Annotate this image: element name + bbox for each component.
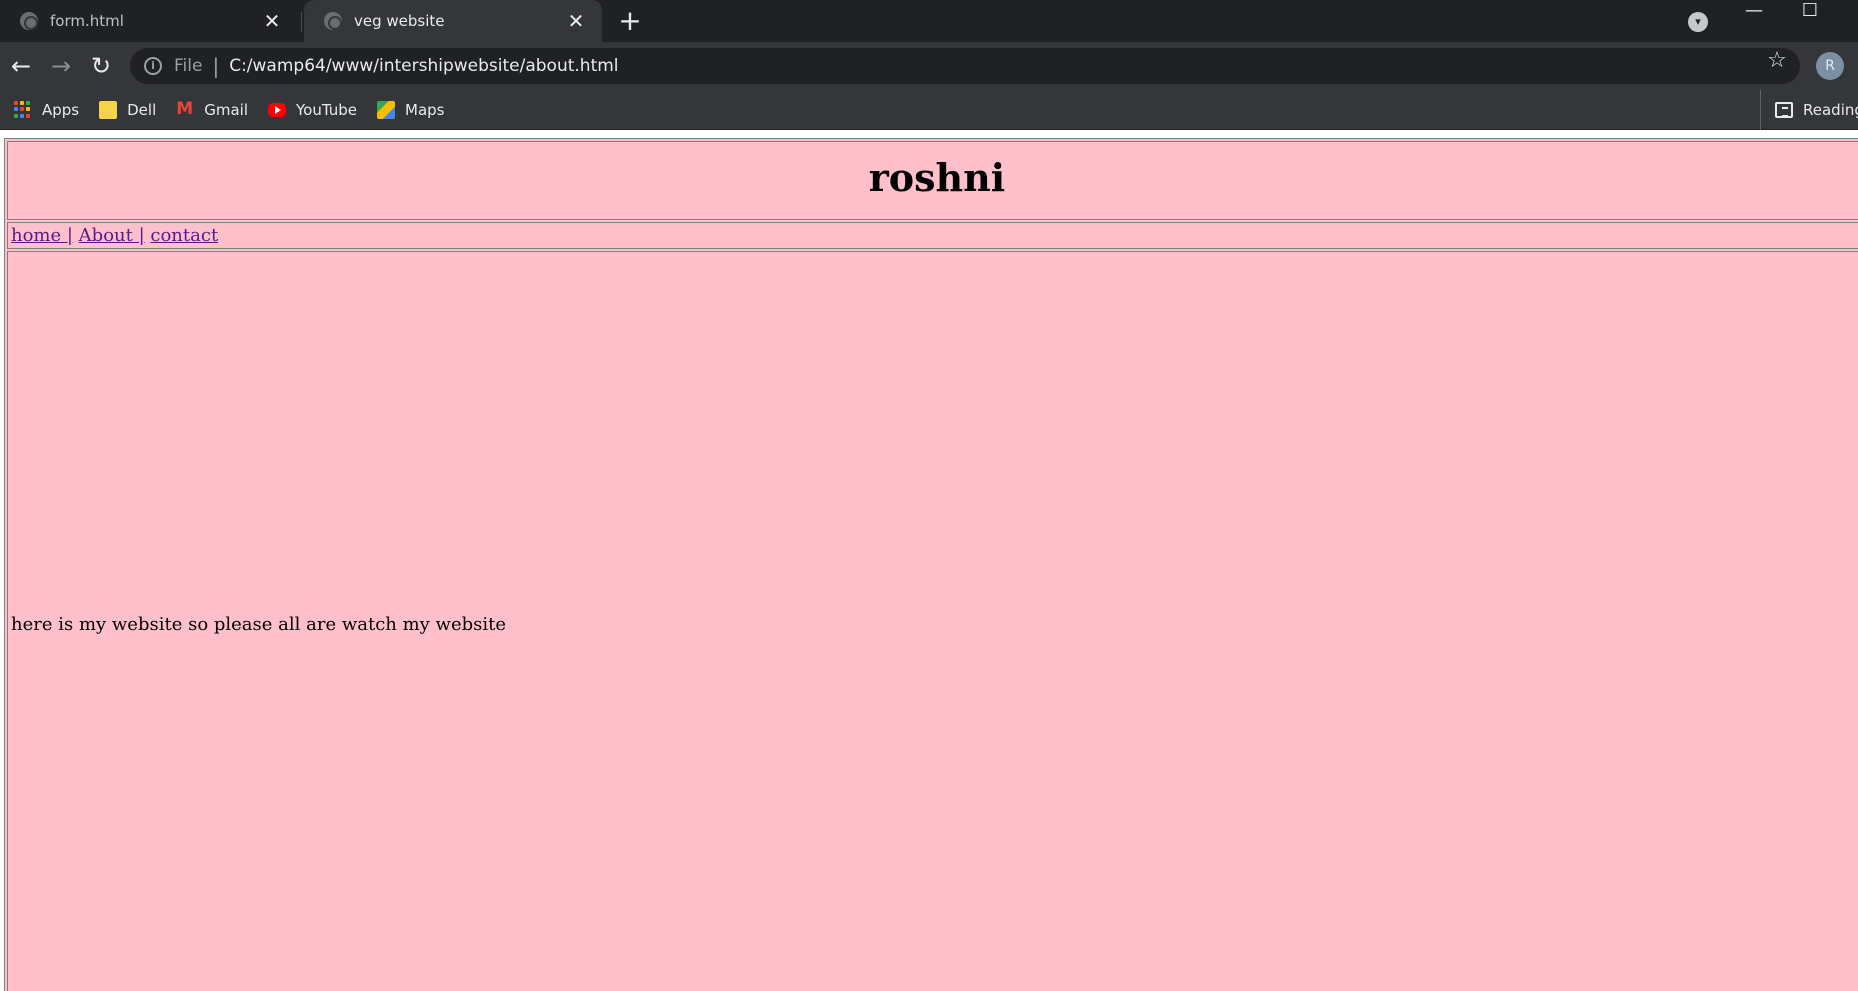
youtube-icon [268, 102, 287, 117]
bookmarks-bar: Apps Dell Gmail YouTube Maps Reading [0, 90, 1858, 130]
bookmark-label: Apps [42, 100, 80, 119]
bookmark-apps[interactable]: Apps [14, 100, 80, 119]
bookmark-label: Dell [127, 100, 157, 119]
nav-cell: home | About | contact [7, 222, 1858, 249]
reading-list-icon [1775, 102, 1793, 118]
reading-list-label: Reading [1803, 101, 1858, 119]
reload-icon[interactable]: ↻ [85, 50, 117, 82]
browser-toolbar: ← → ↻ i File | C:/wamp64/www/intershipwe… [0, 42, 1858, 90]
reading-list-button[interactable]: Reading [1760, 90, 1858, 130]
body-text: here is my website so please all are wat… [11, 614, 507, 635]
bookmark-label: Gmail [204, 100, 249, 119]
globe-icon [324, 12, 342, 30]
url-text[interactable]: C:/wamp64/www/intershipwebsite/about.htm… [229, 56, 618, 76]
new-tab-button[interactable]: + [614, 6, 646, 38]
tab-form[interactable]: form.html ✕ [0, 0, 298, 42]
tab-title: form.html [50, 12, 124, 30]
close-tab-icon[interactable]: ✕ [562, 7, 590, 35]
tab-title: veg website [354, 12, 445, 30]
bookmark-star-icon[interactable]: ☆ [1766, 50, 1788, 72]
minimize-icon[interactable]: — [1740, 0, 1768, 21]
maximize-icon[interactable]: ☐ [1796, 0, 1824, 21]
back-arrow-icon[interactable]: ← [5, 50, 37, 82]
page-viewport: roshni home | About | contact here is my… [0, 130, 1858, 991]
bookmark-gmail[interactable]: Gmail [176, 99, 249, 119]
nav-link-contact[interactable]: contact [150, 225, 218, 246]
folder-icon [99, 100, 118, 119]
page-title: roshni [868, 155, 1006, 200]
bookmark-dell[interactable]: Dell [99, 100, 157, 119]
globe-icon [20, 12, 38, 30]
nav-link-about[interactable]: About | [79, 225, 145, 246]
bookmark-label: YouTube [296, 100, 358, 119]
layout-table: roshni home | About | contact here is my… [4, 138, 1858, 991]
scheme-divider: | [212, 54, 220, 78]
tab-separator [301, 12, 302, 32]
scheme-label: File [174, 56, 203, 76]
apps-grid-icon [14, 100, 32, 119]
content-cell: here is my website so please all are wat… [7, 251, 1858, 991]
tab-strip: form.html ✕ veg website ✕ + ▾ — ☐ [0, 0, 1858, 42]
header-wrap: roshni [8, 142, 1858, 214]
close-tab-icon[interactable]: ✕ [258, 7, 286, 35]
nav-link-home[interactable]: home | [11, 225, 73, 246]
address-bar[interactable]: i File | C:/wamp64/www/intershipwebsite/… [130, 48, 1800, 84]
profile-avatar[interactable]: R [1816, 52, 1844, 80]
header-cell: roshni [7, 141, 1858, 220]
gmail-icon [176, 99, 194, 119]
bookmark-youtube[interactable]: YouTube [268, 101, 357, 119]
tab-veg-website[interactable]: veg website ✕ [304, 0, 602, 42]
bookmark-maps[interactable]: Maps [377, 100, 445, 119]
tab-search-icon[interactable]: ▾ [1688, 12, 1708, 32]
forward-arrow-icon[interactable]: → [45, 50, 77, 82]
info-icon[interactable]: i [144, 57, 162, 75]
maps-icon [377, 100, 396, 119]
bookmark-label: Maps [405, 100, 445, 119]
